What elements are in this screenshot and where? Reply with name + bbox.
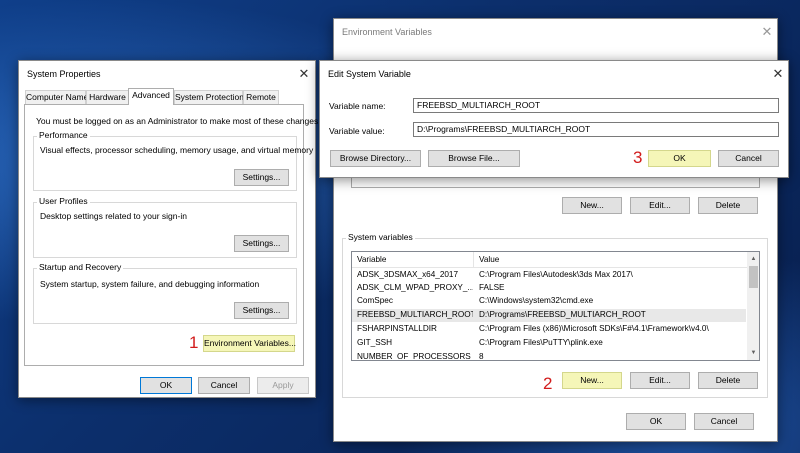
row-value: C:\Program Files\PuTTY\plink.exe: [479, 338, 603, 347]
row-value: 8: [479, 352, 484, 361]
column-header-variable[interactable]: Variable: [357, 255, 386, 264]
environment-variables-button[interactable]: Environment Variables...: [203, 335, 296, 352]
column-divider: [473, 252, 474, 268]
startup-recovery-settings-button[interactable]: Settings...: [234, 302, 289, 319]
startup-recovery-desc: System startup, system failure, and debu…: [40, 279, 260, 289]
scroll-down-arrow-icon[interactable]: ▼: [747, 347, 759, 359]
variable-value-label: Variable value:: [329, 126, 385, 136]
row-variable: FREEBSD_MULTIARCH_ROOT: [357, 310, 473, 319]
step-3-marker: 3: [633, 148, 643, 167]
system-delete-button[interactable]: Delete: [698, 372, 758, 389]
tab-system-protection[interactable]: System Protection: [174, 90, 244, 104]
variable-value-field[interactable]: D:\Programs\FREEBSD_MULTIARCH_ROOT: [413, 122, 779, 137]
performance-label: Performance: [37, 130, 90, 140]
tab-remote[interactable]: Remote: [243, 90, 279, 104]
scroll-up-arrow-icon[interactable]: ▲: [747, 253, 759, 265]
table-row[interactable]: NUMBER_OF_PROCESSORS 8: [352, 351, 746, 361]
window-title: Edit System Variable: [328, 69, 411, 79]
step-2-marker: 2: [543, 374, 553, 393]
system-new-button[interactable]: New...: [562, 372, 622, 389]
vertical-scrollbar[interactable]: ▲ ▼: [747, 252, 759, 360]
window-title: System Properties: [27, 69, 101, 79]
row-variable: ADSK_CLM_WPAD_PROXY_...: [357, 283, 473, 292]
startup-recovery-label: Startup and Recovery: [37, 262, 124, 272]
envvars-cancel-button[interactable]: Cancel: [694, 413, 754, 430]
edit-variable-titlebar[interactable]: Edit System Variable ✕: [320, 61, 788, 87]
close-icon[interactable]: ✕: [295, 65, 313, 83]
row-value: C:\Program Files\Autodesk\3ds Max 2017\: [479, 270, 633, 279]
browse-directory-button[interactable]: Browse Directory...: [330, 150, 421, 167]
user-delete-button[interactable]: Delete: [698, 197, 758, 214]
row-value: FALSE: [479, 283, 505, 292]
system-variables-label: System variables: [346, 232, 415, 242]
envvars-ok-button[interactable]: OK: [626, 413, 686, 430]
sysprops-ok-button[interactable]: OK: [140, 377, 192, 394]
user-new-button[interactable]: New...: [562, 197, 622, 214]
system-edit-button[interactable]: Edit...: [630, 372, 690, 389]
user-profiles-settings-button[interactable]: Settings...: [234, 235, 289, 252]
user-edit-button[interactable]: Edit...: [630, 197, 690, 214]
edit-ok-button[interactable]: OK: [648, 150, 711, 167]
scroll-thumb[interactable]: [749, 266, 758, 288]
row-value: C:\Program Files (x86)\Microsoft SDKs\F#…: [479, 324, 709, 333]
tab-advanced[interactable]: Advanced: [128, 88, 174, 105]
variable-name-label: Variable name:: [329, 101, 386, 111]
table-row[interactable]: ADSK_CLM_WPAD_PROXY_... FALSE: [352, 282, 746, 295]
row-value: D:\Programs\FREEBSD_MULTIARCH_ROOT: [479, 310, 646, 319]
close-icon[interactable]: ✕: [769, 65, 787, 83]
performance-settings-button[interactable]: Settings...: [234, 169, 289, 186]
table-row[interactable]: GIT_SSH C:\Program Files\PuTTY\plink.exe: [352, 337, 746, 350]
user-profiles-desc: Desktop settings related to your sign-in: [40, 211, 187, 221]
sysprops-apply-button[interactable]: Apply: [257, 377, 309, 394]
row-variable: ComSpec: [357, 296, 393, 305]
row-variable: FSHARPINSTALLDIR: [357, 324, 437, 333]
browse-file-button[interactable]: Browse File...: [428, 150, 520, 167]
row-variable: NUMBER_OF_PROCESSORS: [357, 352, 471, 361]
sysprops-cancel-button[interactable]: Cancel: [198, 377, 250, 394]
column-header-value[interactable]: Value: [479, 255, 499, 264]
row-value: C:\Windows\system32\cmd.exe: [479, 296, 594, 305]
system-variables-list[interactable]: Variable Value ADSK_3DSMAX_x64_2017 C:\P…: [351, 251, 760, 361]
edit-cancel-button[interactable]: Cancel: [718, 150, 779, 167]
variable-name-field[interactable]: FREEBSD_MULTIARCH_ROOT: [413, 98, 779, 113]
tab-hardware[interactable]: Hardware: [86, 90, 129, 104]
table-row[interactable]: ADSK_3DSMAX_x64_2017 C:\Program Files\Au…: [352, 269, 746, 282]
table-row[interactable]: ComSpec C:\Windows\system32\cmd.exe: [352, 295, 746, 308]
list-header: Variable Value: [352, 252, 759, 268]
row-variable: ADSK_3DSMAX_x64_2017: [357, 270, 459, 279]
admin-note: You must be logged on as an Administrato…: [36, 116, 321, 126]
tab-computer-name[interactable]: Computer Name: [25, 90, 88, 104]
table-row[interactable]: FSHARPINSTALLDIR C:\Program Files (x86)\…: [352, 323, 746, 336]
row-variable: GIT_SSH: [357, 338, 393, 347]
system-properties-titlebar[interactable]: System Properties ✕: [19, 61, 315, 87]
user-profiles-label: User Profiles: [37, 196, 90, 206]
performance-desc: Visual effects, processor scheduling, me…: [40, 145, 314, 155]
window-title: Environment Variables: [342, 27, 432, 37]
environment-variables-titlebar[interactable]: Environment Variables ✕: [334, 19, 777, 45]
step-1-marker: 1: [189, 333, 199, 352]
close-icon[interactable]: ✕: [758, 23, 776, 41]
table-row-selected[interactable]: FREEBSD_MULTIARCH_ROOT D:\Programs\FREEB…: [352, 309, 746, 322]
